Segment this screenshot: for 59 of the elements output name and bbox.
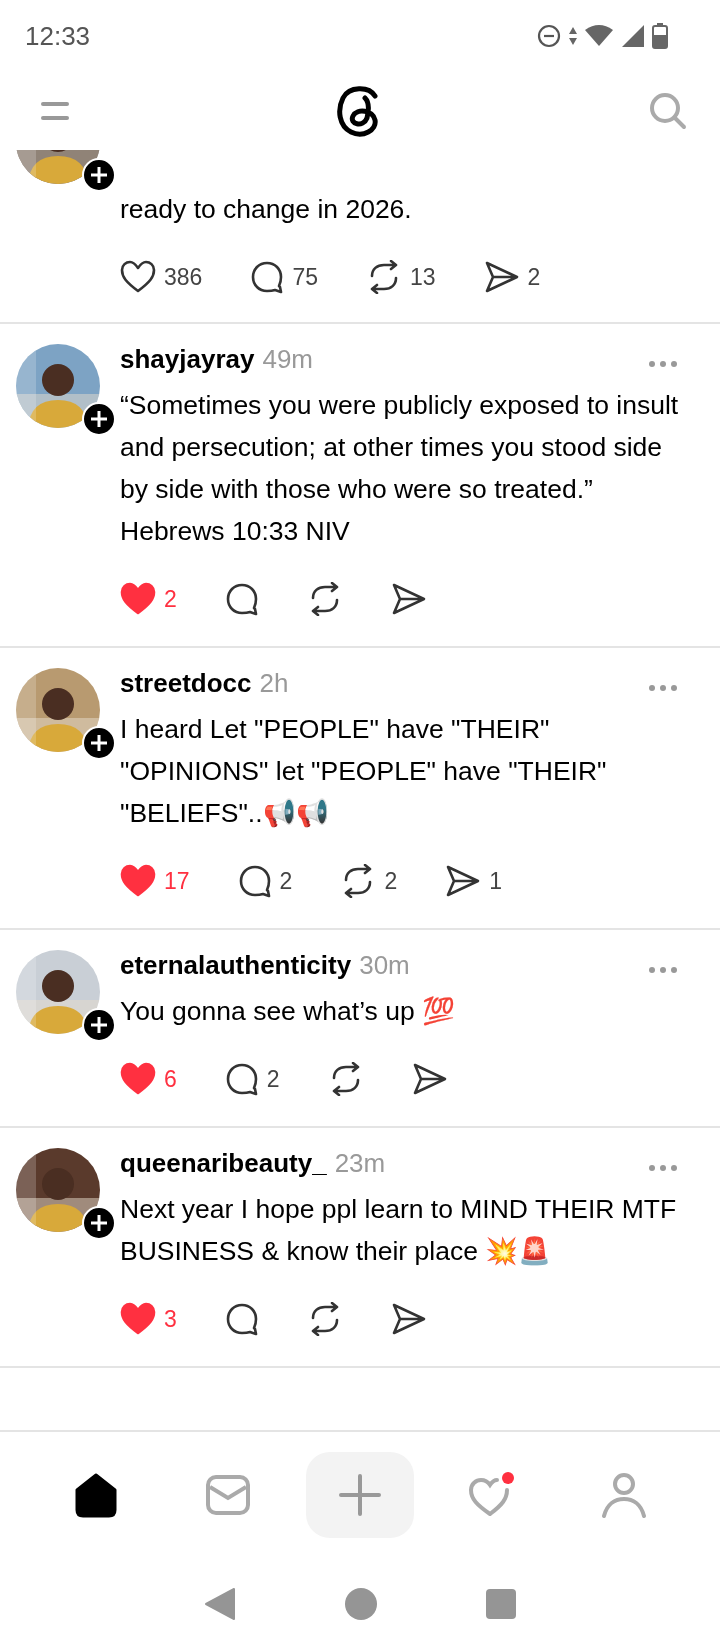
- action-count: 2: [279, 867, 293, 895]
- action-count: 17: [164, 867, 190, 895]
- comment-icon[interactable]: [250, 260, 285, 294]
- action-count: 3: [164, 1305, 177, 1333]
- username[interactable]: shayjayray: [120, 344, 255, 375]
- send-icon[interactable]: [483, 260, 520, 294]
- more-icon[interactable]: [648, 360, 678, 368]
- send-icon[interactable]: [390, 582, 427, 616]
- post-time: 49m: [262, 344, 314, 375]
- post-text: Hebrews 10:33 NIV: [120, 515, 351, 548]
- battery-icon: [652, 23, 668, 49]
- profile-icon: [601, 1472, 647, 1518]
- comment-icon[interactable]: [224, 1062, 259, 1096]
- comment-icon[interactable]: [224, 582, 259, 616]
- post-time: 30m: [359, 950, 410, 981]
- follow-icon[interactable]: [82, 402, 116, 436]
- send-icon[interactable]: [390, 1302, 427, 1336]
- action-count: 2: [164, 585, 177, 613]
- send-icon[interactable]: [411, 1062, 448, 1096]
- action-count: 386: [164, 263, 203, 291]
- more-icon[interactable]: [648, 684, 678, 692]
- action-count: 6: [164, 1065, 177, 1093]
- post-text: “Sometimes you were publicly exposed to insult and persecution; at other times you stood side by side with those who were so treated.”: [120, 389, 680, 506]
- do-not-disturb-icon: [536, 23, 562, 49]
- follow-icon[interactable]: [82, 1008, 116, 1042]
- action-count: 2: [384, 867, 398, 895]
- action-count: 1: [489, 867, 502, 895]
- mail-icon: [205, 1474, 251, 1516]
- more-icon[interactable]: [648, 966, 678, 974]
- back-icon[interactable]: [204, 1587, 236, 1621]
- comment-icon[interactable]: [237, 864, 272, 898]
- post-text: Next year I hope ppl learn to MIND THEIR MTF BUSINESS & know their place 💥🚨: [120, 1193, 678, 1268]
- post-time: 23m: [334, 1148, 386, 1179]
- post-time: 2h: [259, 668, 289, 699]
- more-icon[interactable]: [648, 1164, 678, 1172]
- username[interactable]: queenaribeauty_: [120, 1148, 327, 1179]
- post-text: I heard Let "PEOPLE" have "THEIR" "OPINIONS" let "PEOPLE" have "THEIR" "BELIEFS"..📢📢: [120, 713, 608, 830]
- home-button-icon[interactable]: [344, 1587, 378, 1621]
- send-icon[interactable]: [445, 864, 482, 898]
- action-count: 75: [292, 263, 318, 291]
- action-count: 13: [409, 263, 436, 291]
- follow-icon[interactable]: [82, 726, 116, 760]
- username[interactable]: streetdocc: [120, 668, 252, 699]
- follow-icon[interactable]: [82, 1206, 116, 1240]
- username[interactable]: eternalauthenticity: [120, 950, 352, 981]
- menu-icon[interactable]: [40, 100, 70, 122]
- plus-icon: [339, 1474, 381, 1516]
- post-text: You gonna see what’s up 💯: [120, 995, 457, 1028]
- action-count: 2: [527, 263, 541, 291]
- status-time: 12:33: [25, 20, 91, 52]
- comment-icon[interactable]: [224, 1302, 259, 1336]
- home-icon: [73, 1472, 119, 1518]
- wifi-icon: [584, 24, 614, 48]
- post-text: ready to change in 2026.: [120, 193, 413, 226]
- create-button[interactable]: [306, 1452, 414, 1538]
- follow-icon[interactable]: [82, 158, 116, 192]
- signal-icon: [620, 24, 646, 48]
- heart-icon[interactable]: [120, 260, 156, 294]
- action-count: 2: [266, 1065, 280, 1093]
